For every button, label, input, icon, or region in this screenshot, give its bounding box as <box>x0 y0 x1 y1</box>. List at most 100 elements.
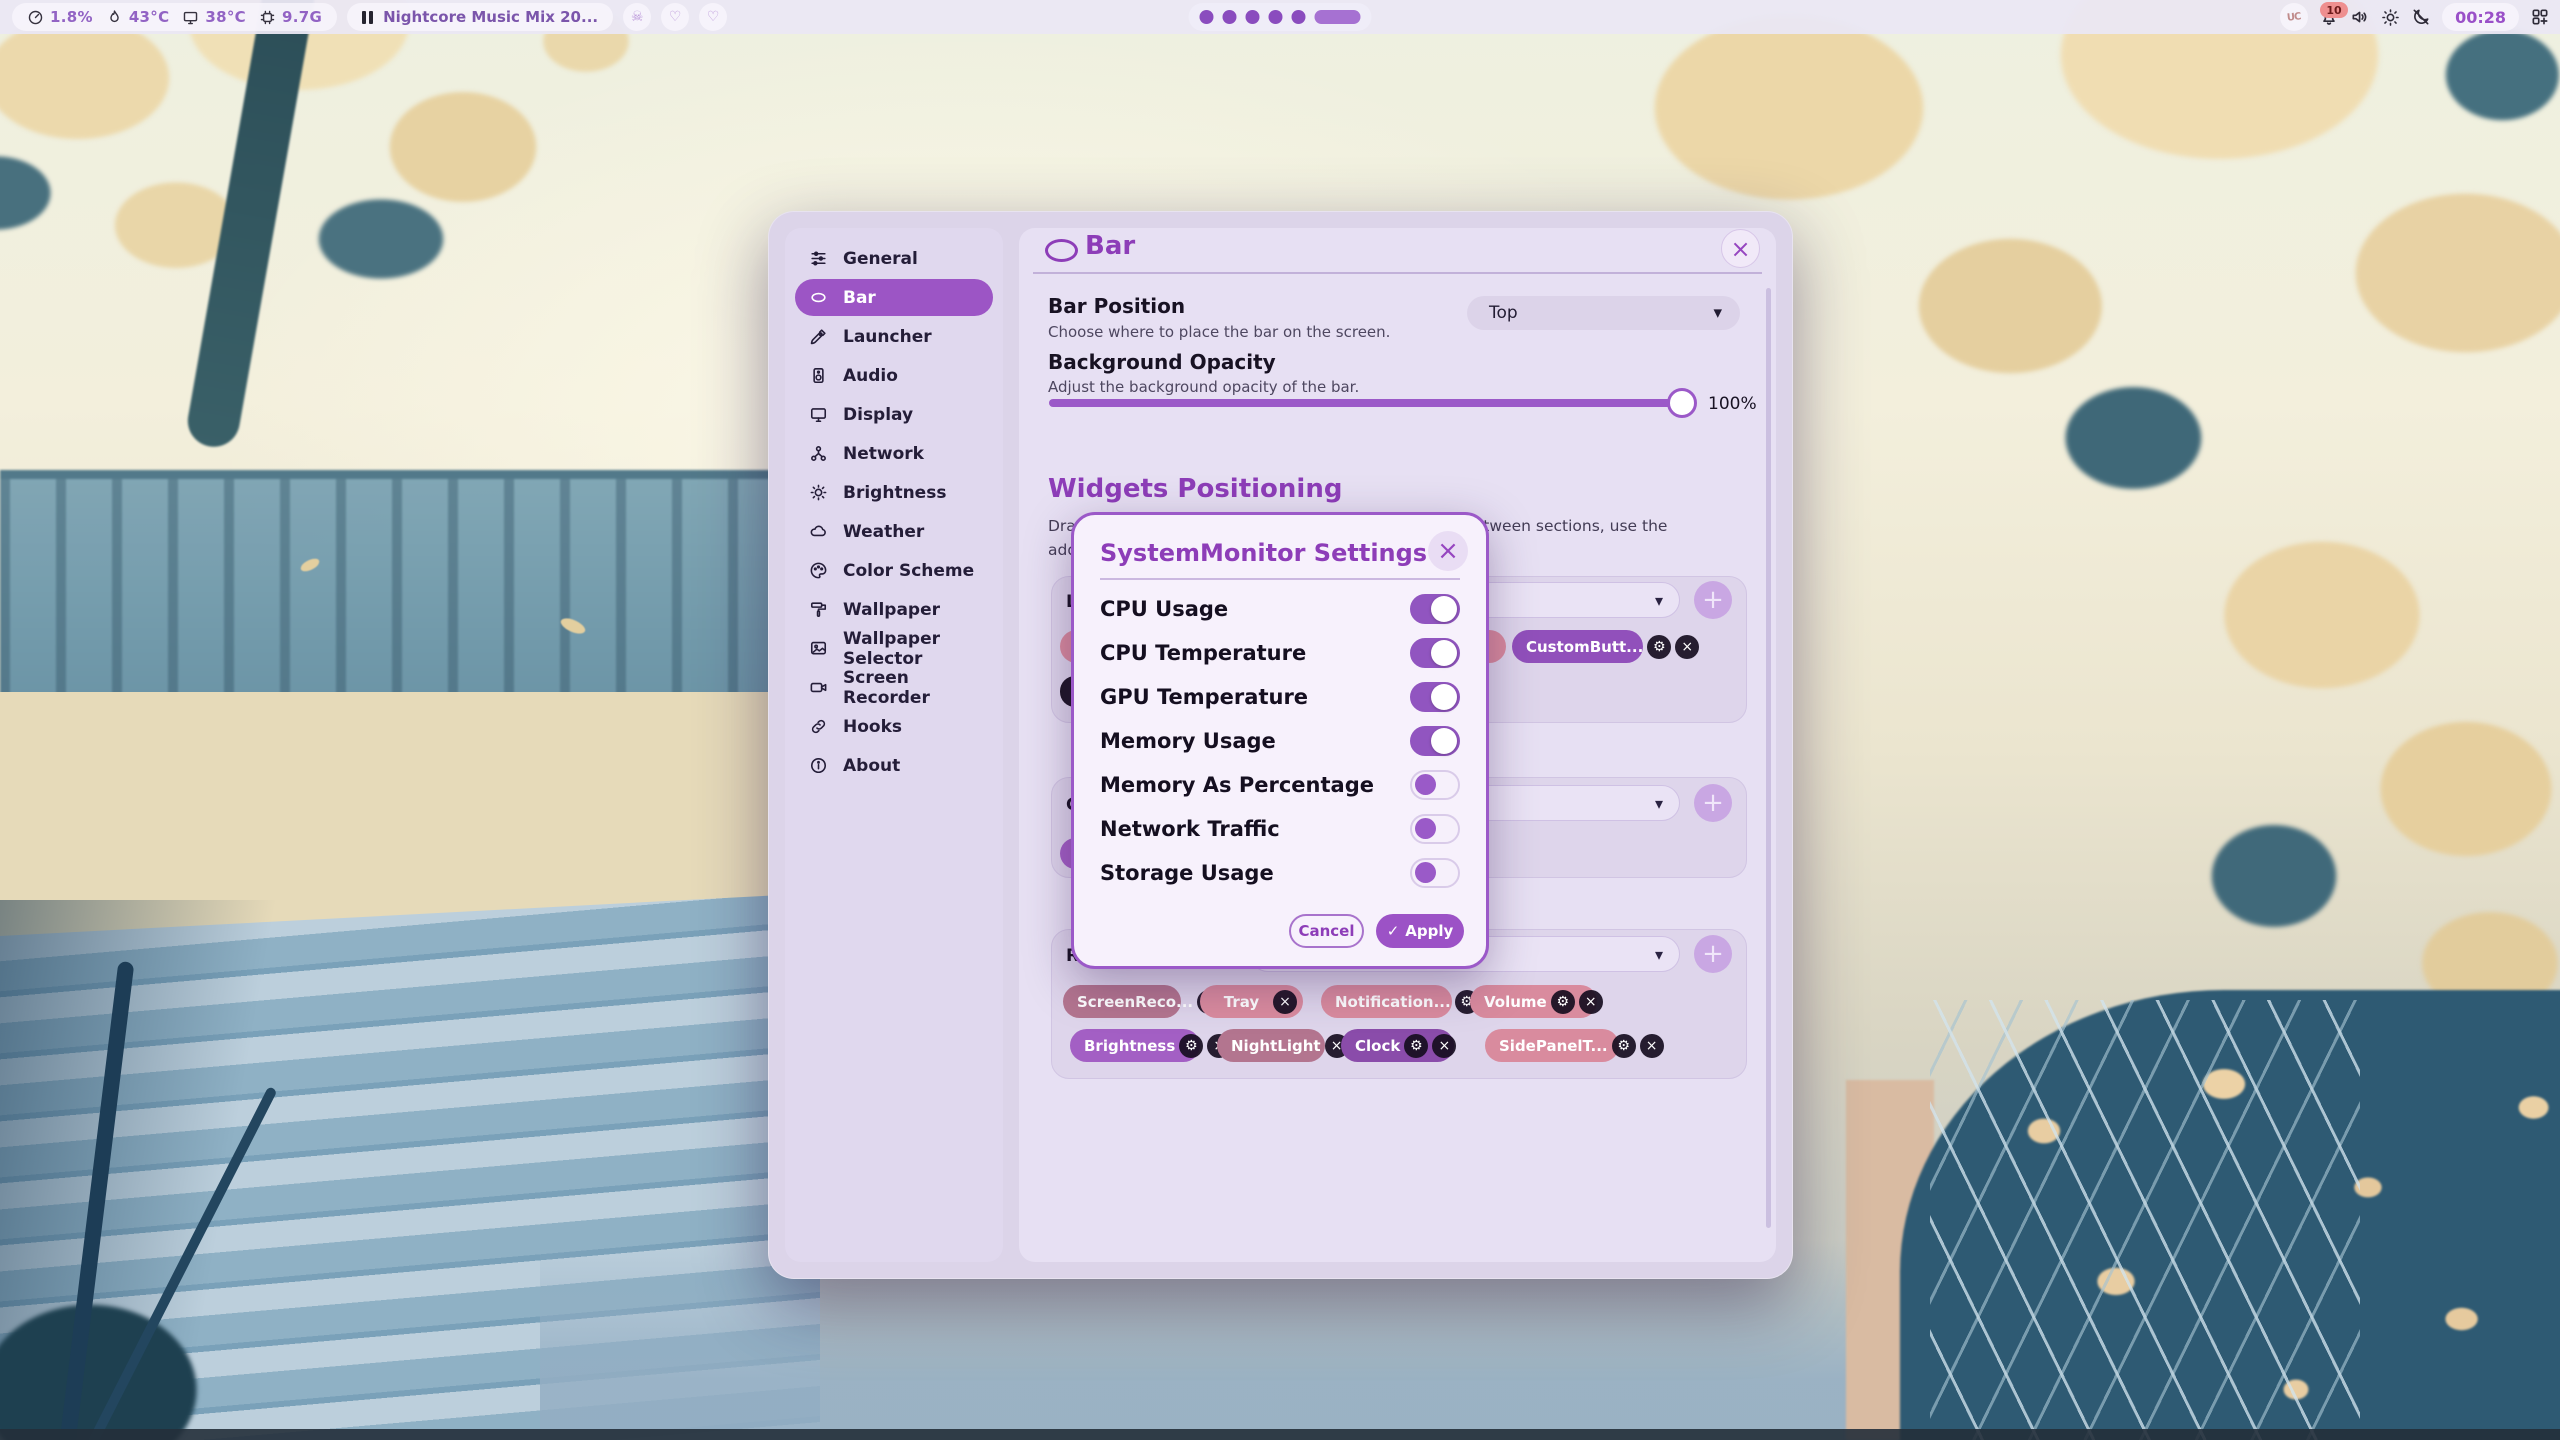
rocket-icon <box>809 327 828 346</box>
sidebar-item-general[interactable]: General <box>795 240 993 277</box>
bar-position-dropdown[interactable]: Top ▾ <box>1467 296 1740 330</box>
remove-icon[interactable]: × <box>1432 1034 1456 1058</box>
scrollbar[interactable] <box>1766 288 1771 1228</box>
gpu-temp-stat: 38°C <box>182 8 246 26</box>
sidebar-item-weather[interactable]: Weather <box>795 513 993 550</box>
brightness-icon[interactable] <box>2381 8 2400 27</box>
skull-button[interactable]: ☠ <box>623 3 651 31</box>
clock-module[interactable]: 00:28 <box>2442 3 2519 31</box>
widget-chip[interactable]: CustomButt... ⚙ × <box>1512 630 1643 663</box>
widget-chip[interactable]: Brightness ⚙ × <box>1070 1029 1200 1062</box>
sidebar-item-bar[interactable]: Bar <box>795 279 993 316</box>
speaker-box-icon <box>809 366 828 385</box>
workspace-dot[interactable] <box>1292 10 1306 24</box>
opacity-slider-knob[interactable] <box>1667 388 1697 418</box>
heart-button[interactable]: ♡ <box>661 3 689 31</box>
dialog-title: SystemMonitor Settings <box>1100 539 1427 567</box>
workspace-active[interactable] <box>1315 10 1361 24</box>
monitor-icon <box>182 9 199 26</box>
widget-chip[interactable]: NightLight × <box>1217 1029 1325 1062</box>
sidebar-item-wallpaper[interactable]: Wallpaper <box>795 591 993 628</box>
wallpaper-lattice-railing <box>1930 1000 2360 1440</box>
sidebar-item-audio[interactable]: Audio <box>795 357 993 394</box>
media-player-module[interactable]: Nightcore Music Mix 20... <box>347 3 613 31</box>
bar-icon <box>809 288 828 307</box>
gear-icon[interactable]: ⚙ <box>1551 990 1575 1014</box>
sidebar-item-hooks[interactable]: Hooks <box>795 708 993 745</box>
toggle-memory-as-percentage[interactable] <box>1410 770 1460 800</box>
chevron-down-icon: ▾ <box>1655 591 1663 610</box>
remove-icon[interactable]: × <box>1579 990 1603 1014</box>
wallpaper-foliage <box>0 1270 240 1440</box>
background-opacity-label: Background Opacity <box>1048 350 1276 374</box>
toggle-cpu-usage[interactable] <box>1410 594 1460 624</box>
workspace-dot[interactable] <box>1223 10 1237 24</box>
clock-text: 00:28 <box>2455 8 2506 27</box>
header-divider <box>1033 272 1762 274</box>
pause-icon <box>362 11 373 24</box>
remove-icon[interactable]: × <box>1640 1034 1664 1058</box>
opacity-slider-track[interactable] <box>1049 399 1691 407</box>
nightlight-off-icon[interactable] <box>2411 7 2431 27</box>
bar-position-desc: Choose where to place the bar on the scr… <box>1048 323 1390 341</box>
sidebar-item-wallpaper-selector[interactable]: Wallpaper Selector <box>795 630 993 667</box>
heart-icon: ♡ <box>707 9 720 25</box>
workspace-dot[interactable] <box>1200 10 1214 24</box>
sidebar-item-network[interactable]: Network <box>795 435 993 472</box>
wallpaper-bottom-strip <box>0 1429 2560 1440</box>
toggle-network-traffic[interactable] <box>1410 814 1460 844</box>
widget-chip[interactable]: SidePanelT... ⚙ × <box>1485 1029 1619 1062</box>
systemmonitor-settings-dialog: SystemMonitor Settings × CPU Usage CPU T… <box>1071 512 1489 969</box>
sidebar-item-display[interactable]: Display <box>795 396 993 433</box>
heart-button[interactable]: ♡ <box>699 3 727 31</box>
apply-button[interactable]: ✓ Apply <box>1376 914 1464 948</box>
workspace-dot[interactable] <box>1246 10 1260 24</box>
toggle-cpu-temperature[interactable] <box>1410 638 1460 668</box>
remove-icon[interactable]: × <box>1675 635 1699 659</box>
widget-chip[interactable]: ScreenReco... × <box>1063 985 1181 1018</box>
widget-chip[interactable]: Volume ⚙ × <box>1470 985 1597 1018</box>
sidebar-item-brightness[interactable]: Brightness <box>795 474 993 511</box>
settings-window: General Bar Launcher Audio Display Netwo… <box>768 211 1793 1279</box>
sun-icon <box>809 483 828 502</box>
add-widget-button[interactable]: + <box>1694 784 1732 822</box>
widget-chip[interactable]: Clock ⚙ × <box>1341 1029 1454 1062</box>
tray-app-button[interactable]: UC <box>2280 3 2308 31</box>
widget-chip[interactable]: Notification... ⚙ × <box>1321 985 1452 1018</box>
close-dialog-button[interactable]: × <box>1428 531 1468 571</box>
add-widget-button[interactable]: + <box>1694 935 1732 973</box>
workspace-dot[interactable] <box>1269 10 1283 24</box>
close-window-button[interactable]: × <box>1721 229 1760 268</box>
cancel-button[interactable]: Cancel <box>1289 914 1364 948</box>
toggle-memory-usage[interactable] <box>1410 726 1460 756</box>
remove-icon[interactable]: × <box>1273 990 1297 1014</box>
top-bar: 1.8% 43°C 38°C 9.7G Nightcore Music Mix … <box>0 0 2560 34</box>
add-widget-button[interactable]: + <box>1694 581 1732 619</box>
widget-chip[interactable]: Tray × <box>1200 985 1303 1018</box>
chevron-down-icon: ▾ <box>1713 303 1722 323</box>
cloud-icon <box>809 522 828 541</box>
notifications-button[interactable]: 10 <box>2319 7 2339 27</box>
gear-icon[interactable]: ⚙ <box>1179 1034 1203 1058</box>
media-title: Nightcore Music Mix 20... <box>383 8 598 26</box>
toggle-gpu-temperature[interactable] <box>1410 682 1460 712</box>
toggle-row-cpu-temperature: CPU Temperature <box>1074 631 1486 675</box>
sidebar-item-screen-recorder[interactable]: Screen Recorder <box>795 669 993 706</box>
overview-icon[interactable] <box>2530 7 2550 27</box>
background-opacity-desc: Adjust the background opacity of the bar… <box>1048 378 1359 396</box>
notification-badge: 10 <box>2320 2 2348 18</box>
heart-icon: ♡ <box>669 9 682 25</box>
gear-icon[interactable]: ⚙ <box>1647 635 1671 659</box>
sidebar-item-color-scheme[interactable]: Color Scheme <box>795 552 993 589</box>
system-stats-module[interactable]: 1.8% 43°C 38°C 9.7G <box>12 3 337 31</box>
gear-icon[interactable]: ⚙ <box>1404 1034 1428 1058</box>
skull-icon: ☠ <box>631 9 644 25</box>
network-icon <box>809 444 828 463</box>
monitor-icon <box>809 405 828 424</box>
gauge-icon <box>27 9 44 26</box>
volume-icon[interactable] <box>2350 7 2370 27</box>
gear-icon[interactable]: ⚙ <box>1612 1034 1636 1058</box>
sidebar-item-launcher[interactable]: Launcher <box>795 318 993 355</box>
sidebar-item-about[interactable]: About <box>795 747 993 784</box>
toggle-storage-usage[interactable] <box>1410 858 1460 888</box>
